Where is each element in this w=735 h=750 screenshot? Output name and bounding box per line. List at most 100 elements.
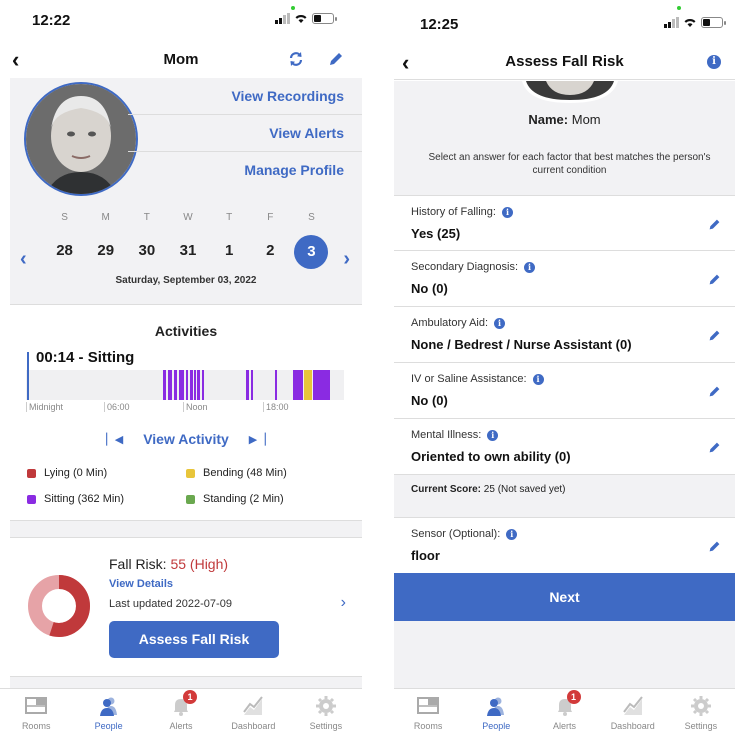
- legend-label: Lying (0 Min): [44, 467, 108, 479]
- tab-label: Settings: [684, 721, 718, 731]
- field-label: Mental Illness:: [411, 429, 482, 441]
- calendar-date[interactable]: 2: [250, 235, 291, 267]
- calendar-date[interactable]: 30: [126, 235, 167, 267]
- calendar-date[interactable]: 28: [44, 235, 85, 267]
- calendar-date[interactable]: 1: [209, 235, 250, 267]
- dashboard-icon: [622, 696, 643, 715]
- field-label-row: History of Falling: i: [411, 206, 735, 218]
- fall-risk-value: 55 (High): [170, 556, 229, 572]
- assess-fall-risk-button[interactable]: Assess Fall Risk: [109, 621, 279, 658]
- info-icon[interactable]: i: [532, 373, 544, 385]
- tab-people[interactable]: People: [72, 689, 144, 750]
- avatar: [24, 82, 138, 196]
- manage-profile-link[interactable]: Manage Profile: [128, 152, 362, 189]
- legend-bending: Bending (48 Min): [186, 467, 287, 479]
- day-name: S: [308, 212, 315, 223]
- field-label: IV or Saline Assistance:: [411, 373, 527, 385]
- iv-saline-field[interactable]: IV or Saline Assistance: i No (0): [394, 363, 735, 419]
- tab-bar: Rooms People 1 Alerts Dashboard Settings: [394, 688, 735, 750]
- tab-label: Dashboard: [610, 721, 655, 731]
- view-activity-row: ▏◀ View Activity ▶▕: [10, 431, 362, 447]
- prev-week-icon[interactable]: ‹: [20, 248, 27, 271]
- avatar-partial: [522, 81, 618, 103]
- tab-alerts[interactable]: 1 Alerts: [530, 689, 598, 750]
- skip-forward-icon[interactable]: ▶▕: [249, 433, 266, 446]
- legend-label: Standing (2 Min): [203, 493, 284, 505]
- edit-pencil-icon[interactable]: [708, 441, 721, 454]
- calendar-date-selected[interactable]: 3: [291, 235, 332, 269]
- status-time: 12:25: [420, 16, 459, 33]
- edit-pencil-icon[interactable]: [708, 329, 721, 342]
- legend-label: Bending (48 Min): [203, 467, 287, 479]
- tab-rooms[interactable]: Rooms: [394, 689, 462, 750]
- edit-pencil-icon[interactable]: [708, 218, 721, 231]
- axis-label: Noon: [183, 402, 208, 412]
- activity-timeline[interactable]: 00:14 - Sitting: [26, 349, 344, 400]
- view-recordings-link[interactable]: View Recordings: [128, 78, 362, 115]
- tab-label: Dashboard: [231, 721, 276, 731]
- signal-icon: [664, 17, 679, 28]
- view-alerts-link[interactable]: View Alerts: [128, 115, 362, 152]
- section-separator: [10, 676, 362, 688]
- rooms-icon: [25, 697, 48, 714]
- tab-alerts[interactable]: 1 Alerts: [145, 689, 217, 750]
- right-screen: 12:25 ‹ Assess Fall Risk i Name: Mom Sel…: [394, 0, 735, 750]
- day-name: T: [226, 212, 233, 223]
- field-label-row: Mental Illness: i: [411, 429, 735, 441]
- history-of-falling-field[interactable]: History of Falling: i Yes (25): [394, 195, 735, 251]
- current-activity-label: 00:14 - Sitting: [36, 349, 135, 366]
- tab-label: People: [482, 721, 511, 731]
- back-icon[interactable]: ‹: [12, 47, 19, 73]
- current-score-row: Current Score: 25 (Not saved yet): [394, 475, 735, 518]
- battery-icon: [312, 13, 337, 24]
- legend-label: Sitting (362 Min): [44, 493, 125, 505]
- lying-swatch: [27, 468, 36, 478]
- edit-pencil-icon[interactable]: [708, 385, 721, 398]
- view-details-link[interactable]: View Details: [109, 578, 173, 590]
- name-value: Mom: [571, 112, 601, 127]
- alerts-badge: 1: [183, 690, 198, 704]
- next-week-icon[interactable]: ›: [343, 248, 350, 271]
- tab-bar: Rooms People 1 Alerts Dashboard Settings: [0, 688, 362, 750]
- edit-pencil-icon[interactable]: [708, 273, 721, 286]
- refresh-icon[interactable]: [288, 51, 304, 67]
- day-name: F: [267, 212, 274, 223]
- calendar-date[interactable]: 29: [85, 235, 126, 267]
- tab-settings[interactable]: Settings: [290, 689, 362, 750]
- skip-back-icon[interactable]: ▏◀: [106, 433, 123, 446]
- page-title: Mom: [163, 50, 199, 68]
- bending-swatch: [186, 468, 195, 478]
- tab-rooms[interactable]: Rooms: [0, 689, 72, 750]
- calendar-day-names: S M T W T F S: [10, 212, 362, 223]
- edit-pencil-icon[interactable]: [708, 540, 721, 553]
- battery-icon: [701, 17, 726, 28]
- info-icon[interactable]: i: [487, 429, 499, 441]
- tab-settings[interactable]: Settings: [667, 689, 735, 750]
- mental-illness-field[interactable]: Mental Illness: i Oriented to own ability…: [394, 419, 735, 475]
- secondary-diagnosis-field[interactable]: Secondary Diagnosis: i No (0): [394, 251, 735, 307]
- tab-dashboard[interactable]: Dashboard: [217, 689, 289, 750]
- chevron-right-icon[interactable]: ›: [341, 594, 346, 612]
- info-icon[interactable]: i: [501, 206, 513, 218]
- info-icon[interactable]: i: [494, 317, 506, 329]
- info-icon[interactable]: i: [524, 261, 536, 273]
- day-name: M: [101, 212, 110, 223]
- next-button[interactable]: Next: [394, 573, 735, 621]
- field-value: None / Bedrest / Nurse Assistant (0): [411, 337, 632, 352]
- ambulatory-aid-field[interactable]: Ambulatory Aid: i None / Bedrest / Nurse …: [394, 307, 735, 363]
- tab-dashboard[interactable]: Dashboard: [599, 689, 667, 750]
- sensor-field[interactable]: Sensor (Optional): i floor: [394, 518, 735, 573]
- divider: [10, 304, 362, 305]
- back-icon[interactable]: ‹: [402, 50, 409, 76]
- field-value: Oriented to own ability (0): [411, 449, 571, 464]
- alerts-icon-wrap: 1: [554, 690, 581, 717]
- info-icon[interactable]: i: [506, 528, 518, 540]
- edit-pencil-icon[interactable]: [328, 51, 344, 67]
- dashboard-icon: [243, 696, 264, 715]
- info-icon[interactable]: i: [707, 55, 721, 69]
- tab-people[interactable]: People: [462, 689, 530, 750]
- calendar-date[interactable]: 31: [167, 235, 208, 267]
- tab-label: Alerts: [553, 721, 577, 731]
- view-activity-link[interactable]: View Activity: [143, 431, 229, 447]
- legend-standing: Standing (2 Min): [186, 493, 284, 505]
